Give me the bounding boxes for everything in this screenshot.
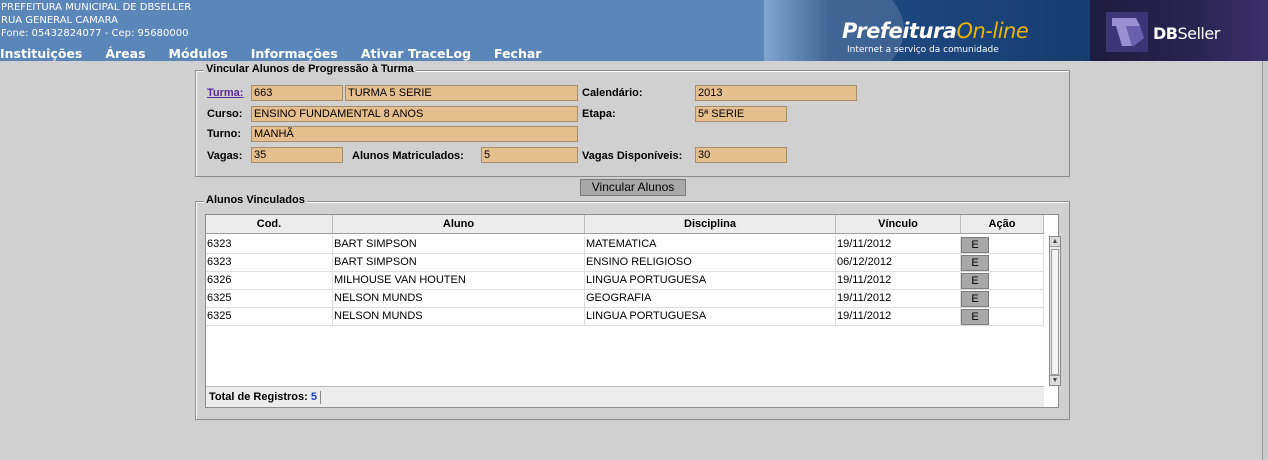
alunos-grid: Cod. Aluno Disciplina Vínculo Ação 6323 … — [205, 214, 1061, 408]
vincular-legend: Vincular Alunos de Progressão à Turma — [204, 63, 416, 75]
cell-disciplina: GEOGRAFIA — [585, 290, 836, 307]
banner-brand: PrefeituraOn-line — [842, 19, 1029, 43]
prefeitura-online-logo: PrefeituraOn-line Internet a serviço da … — [764, 0, 1090, 61]
scroll-up-icon[interactable]: ▲ — [1050, 237, 1060, 247]
cell-disciplina: MATEMATICA — [585, 236, 836, 253]
cell-cod: 6323 — [206, 254, 333, 271]
menu-instituicoes[interactable]: Instituições — [0, 46, 82, 61]
col-vinculo[interactable]: Vínculo — [836, 215, 961, 233]
cell-aluno: BART SIMPSON — [333, 236, 585, 253]
cell-acao: E — [961, 308, 1044, 325]
cell-acao: E — [961, 272, 1044, 289]
curso-field[interactable]: ENSINO FUNDAMENTAL 8 ANOS — [251, 106, 578, 122]
alunos-vinculados-legend: Alunos Vinculados — [204, 194, 307, 206]
main-menu: Instituições Áreas Módulos Informações A… — [0, 46, 564, 61]
turma-code-field[interactable]: 663 — [251, 85, 343, 101]
cell-disciplina: ENSINO RELIGIOSO — [585, 254, 836, 271]
curso-label: Curso: — [207, 108, 243, 120]
vagas-field[interactable]: 35 — [251, 147, 343, 163]
grid-footer: Total de Registros: 5 — [206, 386, 1044, 407]
table-row[interactable]: 6325 NELSON MUNDS GEOGRAFIA 19/11/2012 E — [206, 290, 1044, 308]
cell-vinculo: 19/11/2012 — [836, 272, 961, 289]
menu-fechar[interactable]: Fechar — [494, 46, 541, 61]
menu-ativar-tracelog[interactable]: Ativar TraceLog — [361, 46, 471, 61]
col-disciplina[interactable]: Disciplina — [585, 215, 836, 233]
dbseller-text: DBSeller — [1153, 24, 1220, 43]
cell-vinculo: 06/12/2012 — [836, 254, 961, 271]
col-cod[interactable]: Cod. — [206, 215, 333, 233]
disponiveis-field[interactable]: 30 — [695, 147, 787, 163]
total-label: Total de Registros: — [209, 391, 308, 403]
table-row[interactable]: 6323 BART SIMPSON ENSINO RELIGIOSO 06/12… — [206, 254, 1044, 272]
cell-vinculo: 19/11/2012 — [836, 290, 961, 307]
grid-scrollbar[interactable]: ▲ ▼ — [1049, 236, 1061, 386]
institution-contact: Fone: 05432824077 - Cep: 95680000 — [1, 28, 189, 39]
cell-vinculo: 19/11/2012 — [836, 236, 961, 253]
col-acao[interactable]: Ação — [961, 215, 1044, 233]
excluir-button[interactable]: E — [961, 273, 989, 289]
etapa-label: Etapa: — [582, 108, 616, 120]
turno-field[interactable]: MANHÃ — [251, 126, 578, 142]
etapa-field[interactable]: 5ª SERIE — [695, 106, 787, 122]
excluir-button[interactable]: E — [961, 309, 989, 325]
cell-vinculo: 19/11/2012 — [836, 308, 961, 325]
matriculados-label: Alunos Matriculados: — [352, 150, 464, 162]
grid-rows: 6323 BART SIMPSON MATEMATICA 19/11/2012 … — [206, 236, 1044, 326]
cell-disciplina: LINGUA PORTUGUESA — [585, 308, 836, 325]
cell-acao: E — [961, 236, 1044, 253]
footer-divider — [319, 390, 321, 404]
turno-label: Turno: — [207, 128, 242, 140]
cell-aluno: MILHOUSE VAN HOUTEN — [333, 272, 585, 289]
turma-link[interactable]: Turma: — [207, 87, 243, 99]
menu-informacoes[interactable]: Informações — [251, 46, 338, 61]
excluir-button[interactable]: E — [961, 291, 989, 307]
cell-cod: 6325 — [206, 308, 333, 325]
table-row[interactable]: 6323 BART SIMPSON MATEMATICA 19/11/2012 … — [206, 236, 1044, 254]
cell-cod: 6323 — [206, 236, 333, 253]
cell-acao: E — [961, 290, 1044, 307]
vincular-alunos-button[interactable]: Vincular Alunos — [580, 179, 686, 196]
institution-name: PREFEITURA MUNICIPAL DE DBSELLER — [1, 2, 192, 13]
cell-disciplina: LINGUA PORTUGUESA — [585, 272, 836, 289]
dbseller-logo: DBSeller — [1090, 0, 1268, 61]
cell-aluno: NELSON MUNDS — [333, 308, 585, 325]
turma-name-field[interactable]: TURMA 5 SERIE — [345, 85, 578, 101]
table-row[interactable]: 6326 MILHOUSE VAN HOUTEN LINGUA PORTUGUE… — [206, 272, 1044, 290]
dbseller-mark-icon — [1106, 12, 1148, 52]
calendario-field[interactable]: 2013 — [695, 85, 857, 101]
scroll-down-icon[interactable]: ▼ — [1050, 375, 1060, 385]
menu-areas[interactable]: Áreas — [105, 46, 145, 61]
excluir-button[interactable]: E — [961, 255, 989, 271]
col-aluno[interactable]: Aluno — [333, 215, 585, 233]
grid-header: Cod. Aluno Disciplina Vínculo Ação — [206, 215, 1044, 234]
cell-aluno: BART SIMPSON — [333, 254, 585, 271]
calendario-label: Calendário: — [582, 87, 643, 99]
table-row[interactable]: 6325 NELSON MUNDS LINGUA PORTUGUESA 19/1… — [206, 308, 1044, 326]
cell-aluno: NELSON MUNDS — [333, 290, 585, 307]
menu-modulos[interactable]: Módulos — [169, 46, 228, 61]
excluir-button[interactable]: E — [961, 237, 989, 253]
cell-cod: 6326 — [206, 272, 333, 289]
cell-cod: 6325 — [206, 290, 333, 307]
disponiveis-label: Vagas Disponíveis: — [582, 150, 683, 162]
scroll-thumb[interactable] — [1051, 249, 1059, 375]
cell-acao: E — [961, 254, 1044, 271]
institution-info: PREFEITURA MUNICIPAL DE DBSELLER RUA GEN… — [1, 1, 191, 40]
page-scrollbar[interactable] — [1262, 61, 1268, 460]
matriculados-field[interactable]: 5 — [481, 147, 578, 163]
vagas-label: Vagas: — [207, 150, 243, 162]
total-count: 5 — [310, 391, 317, 403]
institution-address: RUA GENERAL CAMARA — [1, 15, 118, 26]
banner-tagline: Internet a serviço da comunidade — [847, 45, 999, 55]
